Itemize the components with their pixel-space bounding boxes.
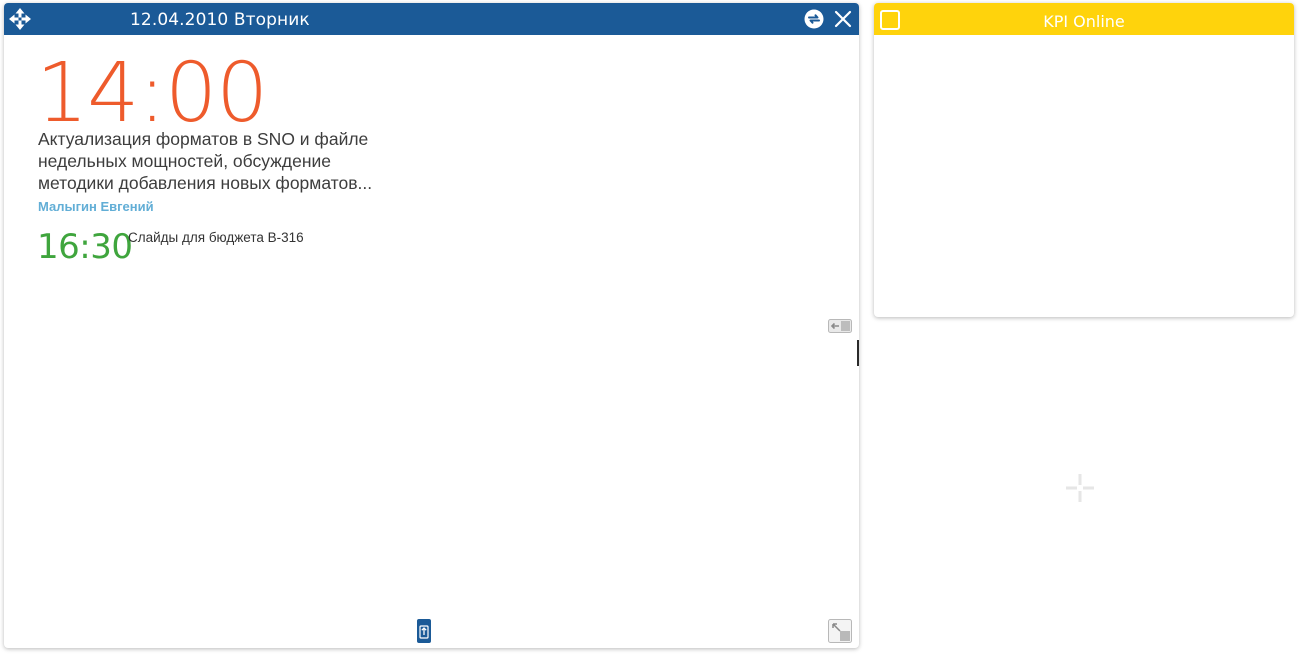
next-event-time: 16:30 xyxy=(37,227,133,267)
kpi-header: KPI Online xyxy=(874,3,1294,35)
next-event-title[interactable]: Слайды для бюджета В-316 xyxy=(128,230,304,245)
event-time: 14:00 xyxy=(36,46,268,141)
calendar-widget: 12.04.2010 Вторник 14:00 Актуализация фо… xyxy=(4,3,859,648)
collapse-arrow-icon[interactable] xyxy=(828,319,852,333)
calendar-date: 12.04.2010 Вторник xyxy=(130,10,310,30)
upload-arrow-icon[interactable] xyxy=(417,619,431,643)
calendar-header: 12.04.2010 Вторник xyxy=(4,3,859,35)
resize-corner-icon[interactable] xyxy=(828,619,852,643)
kpi-title: KPI Online xyxy=(1043,12,1125,31)
refresh-icon[interactable] xyxy=(804,9,824,29)
event-title[interactable]: Актуализация форматов в SNO и файле неде… xyxy=(38,128,408,194)
kpi-widget: KPI Online xyxy=(874,3,1294,317)
event-author[interactable]: Малыгин Евгений xyxy=(38,199,154,214)
plus-icon[interactable] xyxy=(1064,472,1096,504)
move-arrows-icon[interactable] xyxy=(8,7,32,31)
splitter-handle[interactable] xyxy=(857,340,859,366)
close-icon[interactable] xyxy=(833,9,853,29)
